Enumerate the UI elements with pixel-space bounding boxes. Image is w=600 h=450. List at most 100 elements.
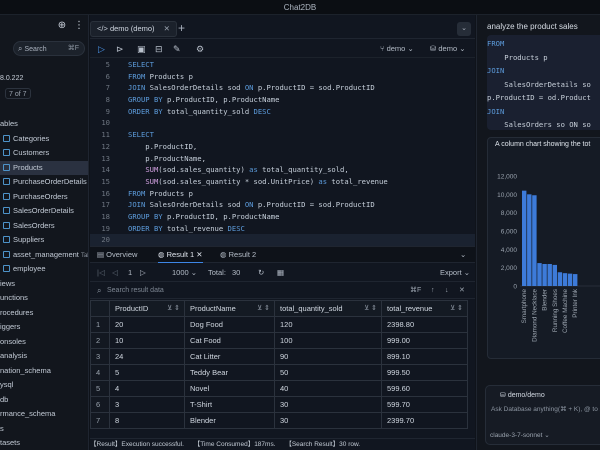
sidebar-item[interactable]: Products: [0, 160, 88, 175]
chevron-down-icon[interactable]: ⌄: [457, 22, 471, 36]
table-cell[interactable]: Dog Food: [184, 316, 275, 333]
sidebar-item[interactable]: SalesOrders: [0, 219, 88, 234]
tab-demo[interactable]: </> demo (demo) ✕: [90, 21, 177, 37]
database-select[interactable]: ⛁ demo ⌄: [430, 43, 466, 55]
explain-icon[interactable]: ⊟: [155, 43, 163, 55]
sidebar-item[interactable]: tasets: [0, 436, 88, 450]
sidebar-item[interactable]: rocedures: [0, 306, 88, 321]
tab-result-2[interactable]: ◍ Result 2: [220, 247, 256, 263]
table-cell[interactable]: 2399.70: [381, 412, 468, 429]
tab-result-1[interactable]: ◍ Result 1 ✕: [158, 247, 203, 263]
tab-overview[interactable]: ▤ Overview: [97, 247, 137, 263]
table-row[interactable]: 5 4 Novel 40 599.60: [90, 380, 468, 397]
ai-db-select[interactable]: ⛁ demo/demo: [500, 391, 545, 399]
prev-page-icon[interactable]: ◁: [112, 267, 118, 279]
table-cell[interactable]: 899.10: [381, 348, 468, 365]
sidebar-item[interactable]: employee: [0, 262, 88, 277]
sidebar-search-input[interactable]: ⌕ Search ⌘F: [13, 41, 85, 56]
sidebar-item[interactable]: Categories: [0, 132, 88, 147]
chevron-down-icon[interactable]: ⌄: [460, 247, 466, 263]
table-cell[interactable]: 999.00: [381, 332, 468, 349]
table-cell[interactable]: 40: [274, 380, 382, 397]
new-tab-button[interactable]: +: [178, 21, 185, 35]
table-cell[interactable]: T-Shirt: [184, 396, 275, 413]
sidebar-item[interactable]: PurchaseOrders: [0, 190, 88, 205]
table-cell[interactable]: 10: [109, 332, 185, 349]
more-icon[interactable]: ⋮: [72, 19, 86, 33]
table-cell[interactable]: 20: [109, 316, 185, 333]
table-cell[interactable]: 30: [274, 412, 382, 429]
next-page-icon[interactable]: ▷: [140, 267, 146, 279]
datasource-select[interactable]: ⑂ demo ⌄: [380, 43, 414, 55]
save-icon[interactable]: ▣: [137, 43, 146, 55]
sidebar-item[interactable]: PurchaseOrderDetails: [0, 175, 88, 190]
chart-icon[interactable]: ▦: [277, 267, 284, 279]
table-cell[interactable]: 999.50: [381, 364, 468, 381]
table-cell[interactable]: 3: [109, 396, 185, 413]
table-cell[interactable]: 24: [109, 348, 185, 365]
table-cell[interactable]: 100: [274, 332, 382, 349]
sort-filter-icon[interactable]: ⊻ ⇕: [364, 302, 377, 316]
table-cell[interactable]: Blender: [184, 412, 275, 429]
sidebar-item[interactable]: s: [0, 422, 88, 437]
sidebar-item[interactable]: ysql: [0, 378, 88, 393]
table-cell[interactable]: 30: [274, 396, 382, 413]
sidebar-item[interactable]: nation_schema: [0, 364, 88, 379]
first-page-icon[interactable]: |◁: [97, 267, 105, 279]
close-icon[interactable]: ✕: [164, 24, 170, 33]
table-cell[interactable]: 8: [109, 412, 185, 429]
table-row[interactable]: 7 8 Blender 30 2399.70: [90, 412, 468, 429]
column-header[interactable]: ProductName ⊻ ⇕: [184, 300, 275, 317]
column-header[interactable]: ProductID ⊻ ⇕: [109, 300, 185, 317]
result-search-input[interactable]: ⌕ Search result data ⌘F ↑ ↓ ✕: [90, 283, 475, 299]
run-selected-icon[interactable]: ⊳: [116, 43, 124, 55]
run-icon[interactable]: ▷: [98, 43, 105, 55]
add-connection-icon[interactable]: ⊕: [55, 19, 69, 33]
sidebar-item[interactable]: Customers: [0, 146, 88, 161]
table-cell[interactable]: 599.70: [381, 396, 468, 413]
table-cell[interactable]: 5: [109, 364, 185, 381]
sidebar-item[interactable]: SalesOrderDetails: [0, 204, 88, 219]
table-cell[interactable]: 120: [274, 316, 382, 333]
arrow-up-icon[interactable]: ↑: [431, 285, 435, 297]
sort-filter-icon[interactable]: ⊻ ⇕: [450, 302, 463, 316]
sidebar-item[interactable]: iews: [0, 277, 88, 292]
table-row[interactable]: 2 10 Cat Food 100 999.00: [90, 332, 468, 349]
sidebar-item[interactable]: ables: [0, 117, 88, 132]
sidebar-item[interactable]: analysis: [0, 349, 88, 364]
format-icon[interactable]: ✎: [173, 43, 181, 55]
sql-editor[interactable]: 5 SELECT 6 FROM Products p 7 JOIN SalesOrderD…: [90, 59, 475, 246]
sidebar-item[interactable]: db: [0, 393, 88, 408]
arrow-down-icon[interactable]: ↓: [445, 285, 449, 297]
sidebar-item[interactable]: Suppliers: [0, 233, 88, 248]
model-select[interactable]: claude-3-7-sonnet ⌄: [490, 431, 550, 439]
sidebar-item[interactable]: rmance_schema: [0, 407, 88, 422]
table-row[interactable]: 1 20 Dog Food 120 2398.80: [90, 316, 468, 333]
column-header[interactable]: total_quantity_sold ⊻ ⇕: [274, 300, 382, 317]
table-cell[interactable]: Cat Litter: [184, 348, 275, 365]
close-icon[interactable]: ✕: [196, 250, 202, 259]
page-size-select[interactable]: 1000 ⌄: [172, 267, 197, 279]
sidebar-item[interactable]: onsoles: [0, 335, 88, 350]
column-header[interactable]: total_revenue ⊻ ⇕: [381, 300, 468, 317]
table-cell[interactable]: 90: [274, 348, 382, 365]
table-cell[interactable]: 4: [109, 380, 185, 397]
table-row[interactable]: 6 3 T-Shirt 30 599.70: [90, 396, 468, 413]
sort-filter-icon[interactable]: ⊻ ⇕: [167, 302, 180, 316]
table-cell[interactable]: Teddy Bear: [184, 364, 275, 381]
settings-icon[interactable]: ⚙: [196, 43, 204, 55]
close-icon[interactable]: ✕: [459, 285, 465, 297]
table-cell[interactable]: 50: [274, 364, 382, 381]
table-cell[interactable]: 2398.80: [381, 316, 468, 333]
table-row[interactable]: 3 24 Cat Litter 90 899.10: [90, 348, 468, 365]
sidebar-item[interactable]: unctions: [0, 291, 88, 306]
table-cell[interactable]: 599.60: [381, 380, 468, 397]
sort-filter-icon[interactable]: ⊻ ⇕: [257, 302, 270, 316]
table-cell[interactable]: Novel: [184, 380, 275, 397]
ai-input[interactable]: ⛁ demo/demo Ask Database anything(⌘ + K)…: [485, 385, 600, 445]
sidebar-item[interactable]: asset_management Tab: [0, 248, 88, 263]
refresh-icon[interactable]: ↻: [258, 267, 264, 279]
sidebar-item[interactable]: iggers: [0, 320, 88, 335]
table-row[interactable]: 4 5 Teddy Bear 50 999.50: [90, 364, 468, 381]
export-button[interactable]: Export ⌄: [440, 267, 470, 279]
